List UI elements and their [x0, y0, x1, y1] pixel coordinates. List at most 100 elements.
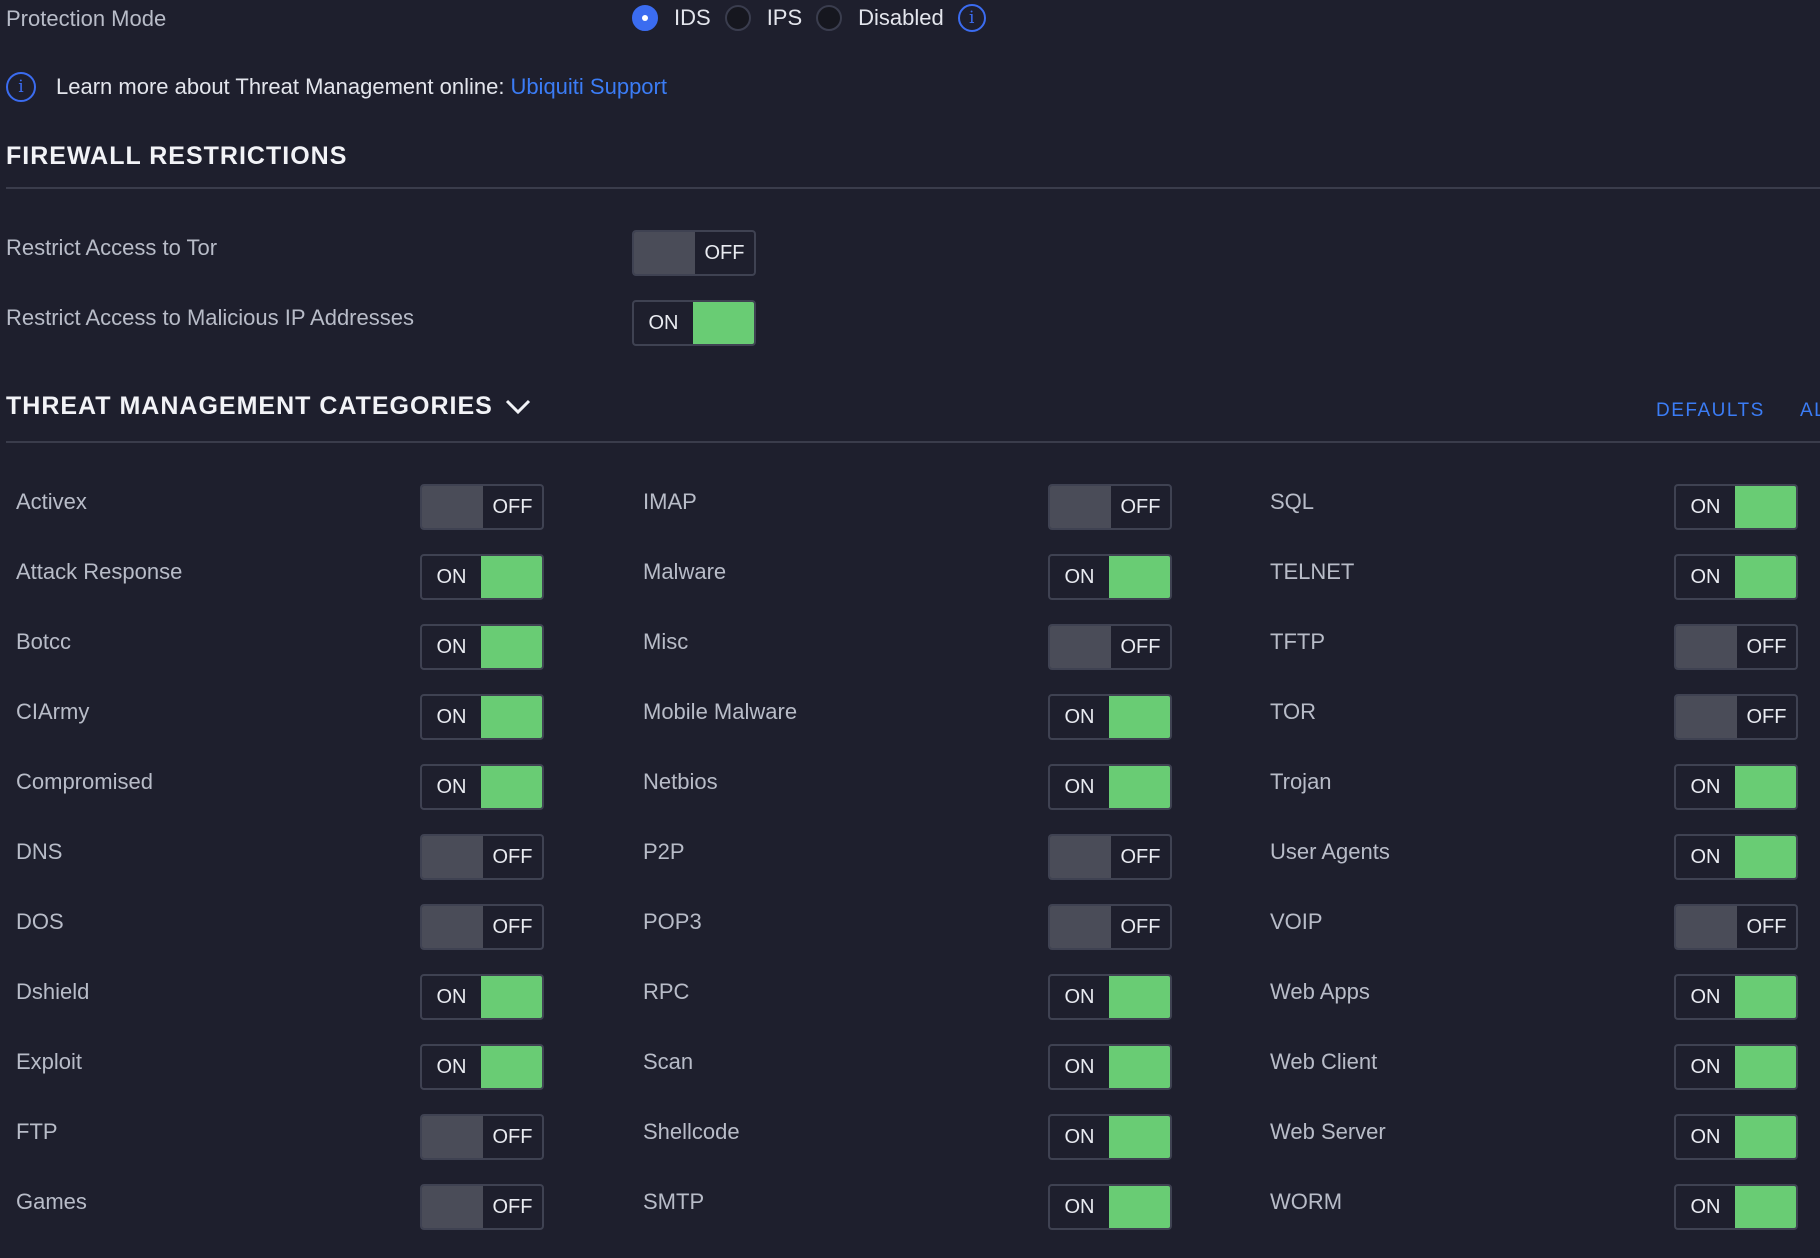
- toggle-knob: [1109, 1046, 1170, 1088]
- category-label: CIArmy: [16, 699, 90, 724]
- category-toggle[interactable]: OFF: [420, 1184, 544, 1230]
- toggle-state-text: OFF: [492, 495, 533, 518]
- category-toggle[interactable]: ON: [1674, 834, 1798, 880]
- chevron-down-icon[interactable]: [505, 398, 531, 416]
- toggle-knob: [1109, 976, 1170, 1018]
- category-label: Netbios: [643, 769, 718, 794]
- categories-header[interactable]: THREAT MANAGEMENT CATEGORIES: [6, 392, 531, 421]
- toggle-state-text: ON: [1690, 495, 1721, 518]
- radio-ips[interactable]: IPS: [724, 5, 802, 31]
- toggle-knob: [481, 976, 542, 1018]
- toggle-state-text: OFF: [492, 915, 533, 938]
- category-toggle[interactable]: ON: [420, 974, 544, 1020]
- ubiquiti-support-link[interactable]: Ubiquiti Support: [510, 74, 667, 100]
- category-label: RPC: [643, 979, 690, 1004]
- category-toggle[interactable]: OFF: [420, 484, 544, 530]
- category-toggle[interactable]: ON: [1048, 1184, 1172, 1230]
- toggle-knob: [1735, 766, 1796, 808]
- category-label: Dshield: [16, 979, 90, 1004]
- toggle-state-text: ON: [1064, 1055, 1095, 1078]
- radio-disabled[interactable]: Disabled: [816, 5, 944, 31]
- category-label: TELNET: [1270, 559, 1355, 584]
- category-toggle[interactable]: ON: [1674, 554, 1798, 600]
- toggle-state-text: OFF: [492, 845, 533, 868]
- toggle-knob: [422, 1186, 483, 1228]
- section-divider: [6, 187, 1820, 189]
- toggle-state-text: OFF: [1746, 915, 1787, 938]
- restrict-tor-toggle[interactable]: OFF: [632, 230, 756, 276]
- restrict-malicious-ip-toggle[interactable]: ON: [632, 300, 756, 346]
- category-toggle[interactable]: OFF: [420, 904, 544, 950]
- toggle-state-text: OFF: [492, 1195, 533, 1218]
- category-toggle[interactable]: ON: [420, 554, 544, 600]
- section-divider: [6, 441, 1820, 443]
- category-toggle[interactable]: OFF: [1048, 904, 1172, 950]
- info-icon[interactable]: i: [957, 4, 986, 32]
- toggle-state-text: ON: [1690, 845, 1721, 868]
- toggle-state-text: OFF: [492, 1125, 533, 1148]
- toggle-state-text: ON: [1690, 1195, 1721, 1218]
- toggle-knob: [481, 556, 542, 598]
- radio-ids-circle[interactable]: [632, 5, 658, 31]
- category-toggle[interactable]: ON: [420, 694, 544, 740]
- toggle-knob: [1735, 1116, 1796, 1158]
- category-label: Web Client: [1270, 1049, 1378, 1074]
- category-label: Mobile Malware: [643, 699, 798, 724]
- category-toggle[interactable]: ON: [1674, 1184, 1798, 1230]
- category-toggle[interactable]: ON: [1048, 694, 1172, 740]
- category-label: User Agents: [1270, 839, 1390, 864]
- toggle-state-text: ON: [1690, 565, 1721, 588]
- category-toggle[interactable]: OFF: [1048, 624, 1172, 670]
- category-toggle[interactable]: ON: [420, 1044, 544, 1090]
- category-label: Attack Response: [16, 559, 183, 584]
- category-toggle[interactable]: ON: [420, 624, 544, 670]
- category-toggle[interactable]: ON: [1048, 1044, 1172, 1090]
- toggle-knob: [1050, 906, 1111, 948]
- toggle-state-text: OFF: [1120, 845, 1161, 868]
- restrict-tor-label: Restrict Access to Tor: [6, 235, 218, 260]
- category-toggle[interactable]: ON: [420, 764, 544, 810]
- category-label: WORM: [1270, 1189, 1343, 1214]
- toggle-state-text: ON: [1690, 985, 1721, 1008]
- radio-ips-circle[interactable]: [724, 5, 751, 31]
- category-label: P2P: [643, 839, 685, 864]
- toggle-knob: [422, 1116, 483, 1158]
- category-label: Misc: [643, 629, 689, 654]
- category-toggle[interactable]: ON: [1048, 974, 1172, 1020]
- category-toggle[interactable]: ON: [1674, 974, 1798, 1020]
- defaults-link[interactable]: DEFAULTS: [1656, 400, 1765, 422]
- learn-more-row: i Learn more about Threat Management onl…: [6, 72, 667, 102]
- category-toggle[interactable]: OFF: [1674, 694, 1798, 740]
- radio-disabled-circle[interactable]: [816, 5, 843, 31]
- category-toggle[interactable]: OFF: [1048, 834, 1172, 880]
- category-toggle[interactable]: OFF: [1674, 624, 1798, 670]
- toggle-knob: [1109, 1186, 1170, 1228]
- toggle-knob: [422, 486, 483, 528]
- category-toggle[interactable]: ON: [1674, 1114, 1798, 1160]
- category-toggle[interactable]: ON: [1048, 764, 1172, 810]
- toggle-state-text: OFF: [1120, 915, 1161, 938]
- info-icon: i: [6, 72, 36, 102]
- protection-mode-radio-group: IDS IPS Disabled i: [632, 0, 986, 36]
- category-label: Scan: [643, 1049, 694, 1074]
- category-toggle[interactable]: ON: [1674, 764, 1798, 810]
- toggle-state-text: OFF: [1120, 495, 1161, 518]
- category-toggle[interactable]: ON: [1048, 1114, 1172, 1160]
- category-toggle[interactable]: OFF: [1048, 484, 1172, 530]
- toggle-state-text: ON: [1064, 775, 1095, 798]
- category-toggle[interactable]: OFF: [420, 1114, 544, 1160]
- protection-mode-label: Protection Mode: [6, 6, 167, 31]
- category-toggle[interactable]: ON: [1674, 484, 1798, 530]
- category-toggle[interactable]: ON: [1048, 554, 1172, 600]
- radio-ids[interactable]: IDS: [632, 5, 711, 31]
- category-toggle[interactable]: OFF: [1674, 904, 1798, 950]
- category-toggle[interactable]: ON: [1674, 1044, 1798, 1090]
- category-label: Botcc: [16, 629, 72, 654]
- all-link[interactable]: AL: [1800, 400, 1820, 422]
- category-toggle[interactable]: OFF: [420, 834, 544, 880]
- category-label: SQL: [1270, 489, 1315, 514]
- firewall-restrictions-title: FIREWALL RESTRICTIONS: [6, 142, 348, 170]
- toggle-knob: [1735, 1046, 1796, 1088]
- threat-management-categories-title: THREAT MANAGEMENT CATEGORIES: [6, 392, 493, 420]
- toggle-knob: [693, 302, 754, 344]
